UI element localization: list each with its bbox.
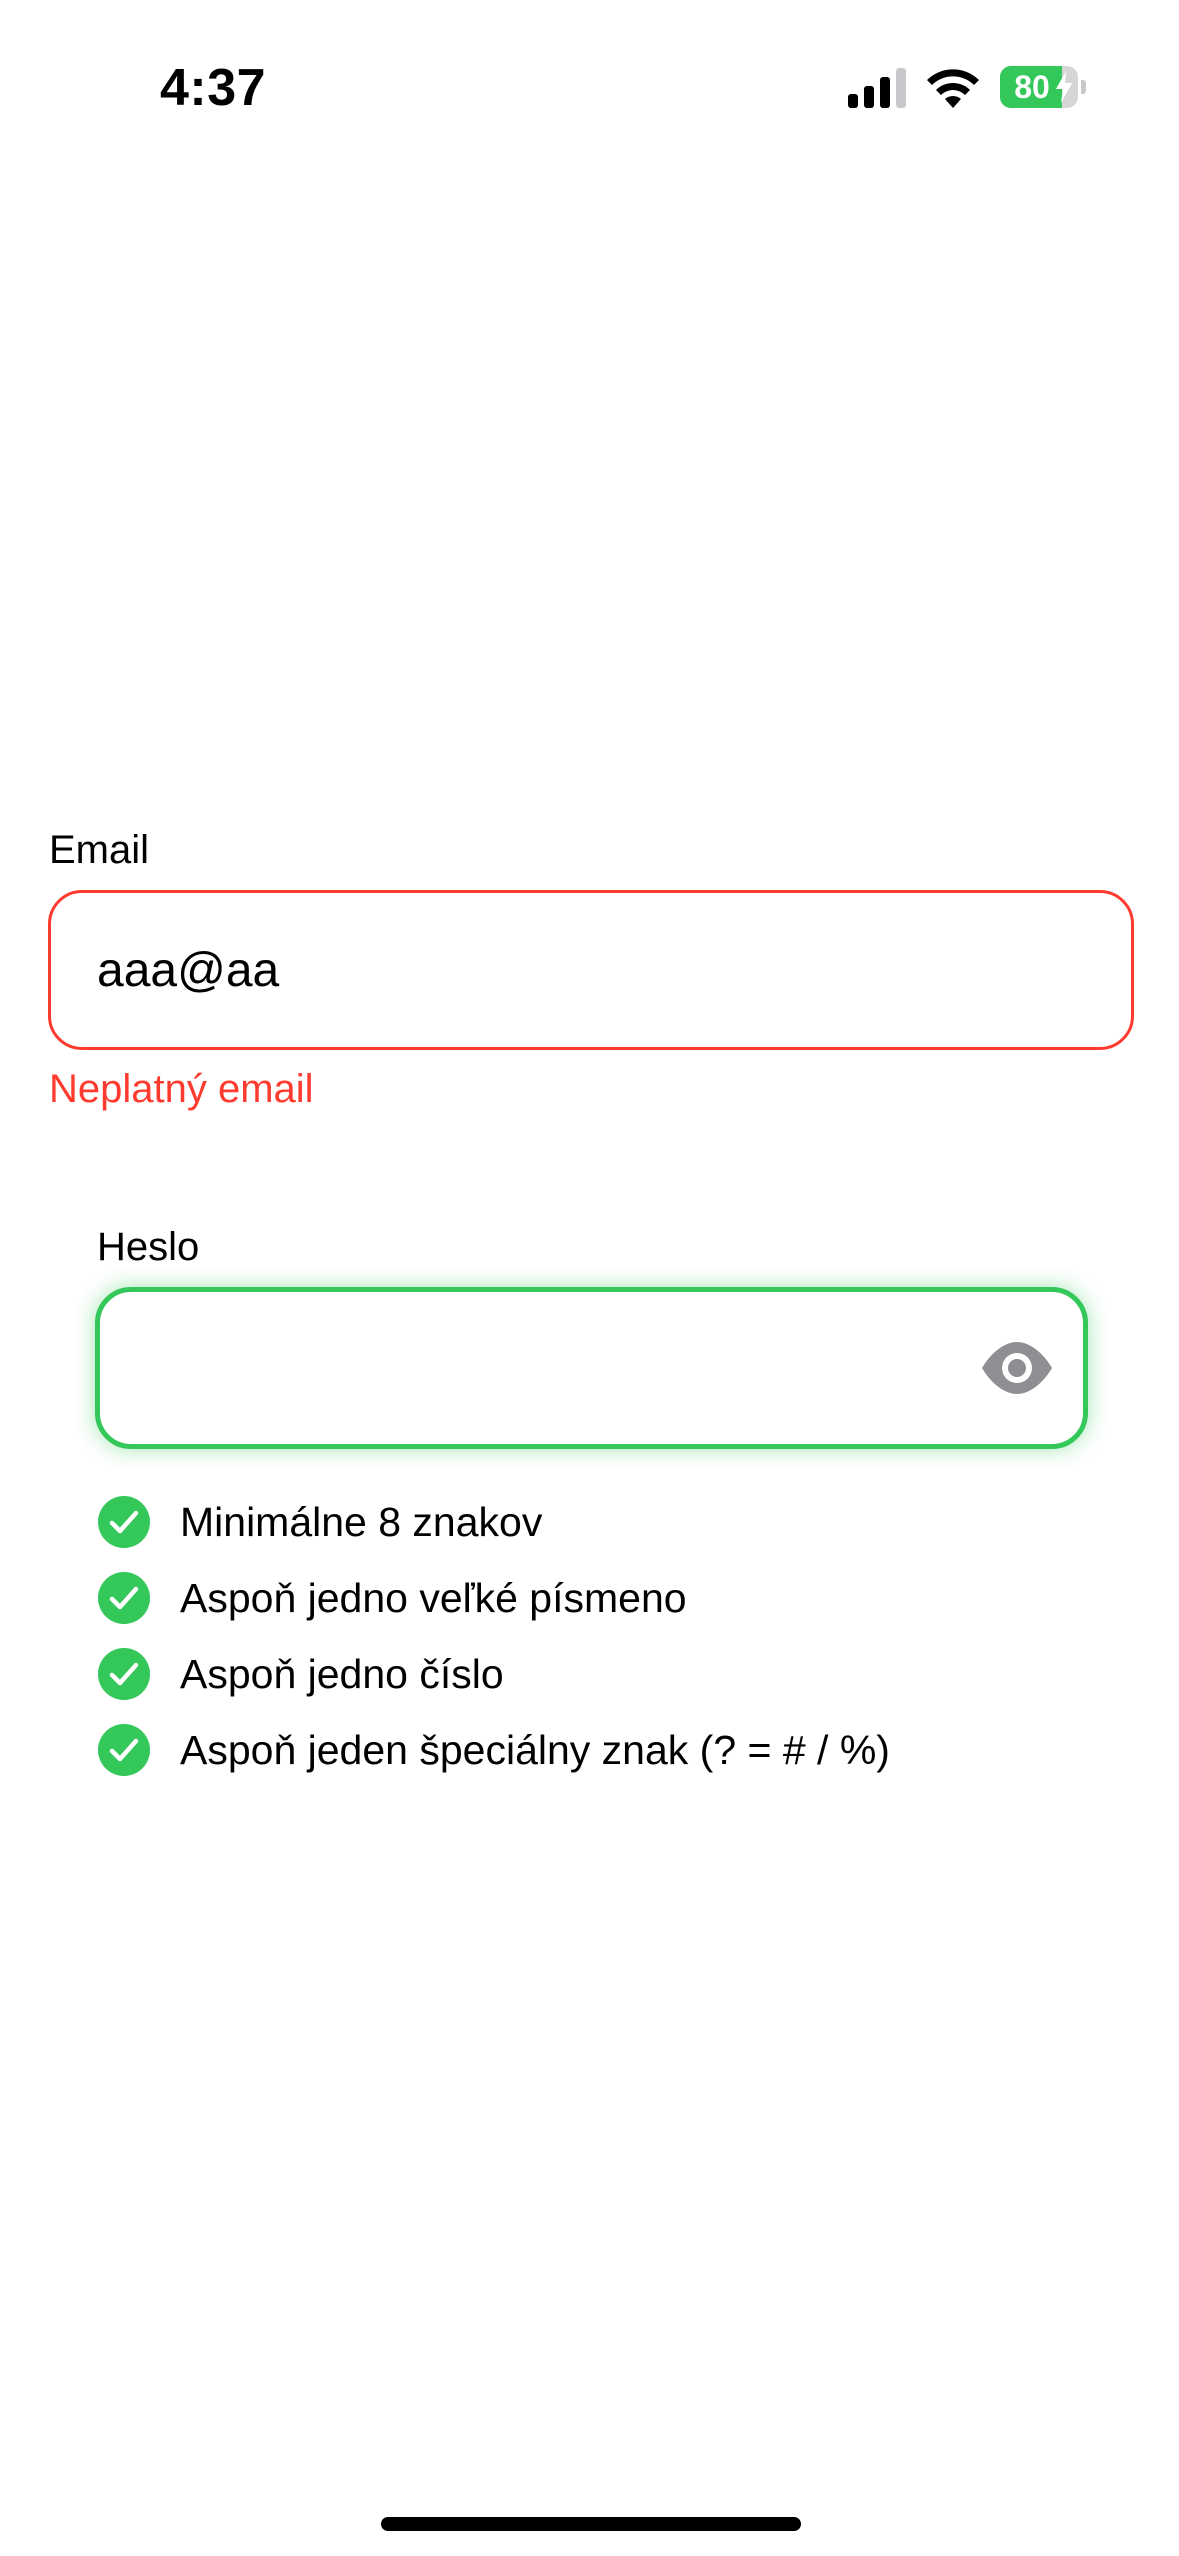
requirement-text: Aspoň jedno číslo xyxy=(180,1651,504,1697)
requirement-text: Minimálne 8 znakov xyxy=(180,1499,543,1545)
requirement-item: Minimálne 8 znakov xyxy=(98,1484,890,1560)
checkmark-circle-icon xyxy=(98,1496,150,1548)
requirement-text: Aspoň jedno veľké písmeno xyxy=(180,1575,687,1621)
home-indicator[interactable] xyxy=(381,2517,801,2531)
wifi-icon xyxy=(927,69,979,108)
email-field[interactable]: aaa@aa xyxy=(48,890,1134,1050)
status-time: 4:37 xyxy=(160,59,267,117)
checkmark-circle-icon xyxy=(98,1572,150,1624)
charging-bolt-icon xyxy=(1056,71,1072,103)
battery-body: 80 xyxy=(1000,66,1078,108)
checkmark-circle-icon xyxy=(98,1648,150,1700)
battery-cap xyxy=(1081,80,1086,94)
email-label: Email xyxy=(49,828,150,872)
password-label: Heslo xyxy=(97,1225,200,1269)
battery-icon: 80 xyxy=(1000,66,1086,108)
requirement-text: Aspoň jeden špeciálny znak (? = # / %) xyxy=(180,1727,890,1773)
checkmark-circle-icon xyxy=(98,1724,150,1776)
password-field[interactable] xyxy=(95,1287,1088,1449)
screen: 4:37 80 Email aaa@aa Neplatný email Hesl… xyxy=(0,0,1179,2556)
battery-percent: 80 xyxy=(1014,69,1050,105)
email-value: aaa@aa xyxy=(97,944,280,997)
password-requirements-list: Minimálne 8 znakov Aspoň jedno veľké pís… xyxy=(98,1484,890,1788)
eye-icon[interactable] xyxy=(980,1340,1054,1396)
email-error-message: Neplatný email xyxy=(49,1067,314,1111)
requirement-item: Aspoň jedno veľké písmeno xyxy=(98,1560,890,1636)
signal-icon xyxy=(848,68,906,108)
requirement-item: Aspoň jeden špeciálny znak (? = # / %) xyxy=(98,1712,890,1788)
requirement-item: Aspoň jedno číslo xyxy=(98,1636,890,1712)
